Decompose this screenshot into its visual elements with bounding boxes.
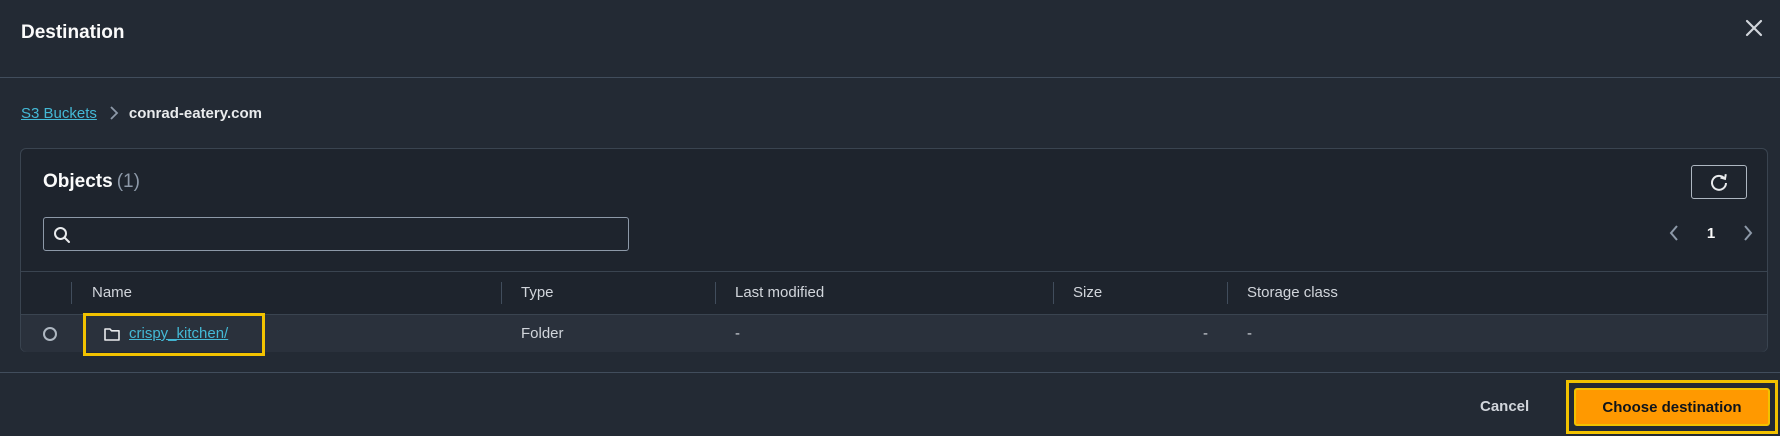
- row-select-radio[interactable]: [43, 327, 57, 341]
- chevron-right-icon: [109, 105, 119, 121]
- column-header-type[interactable]: Type: [521, 272, 554, 314]
- objects-heading: Objects (1): [43, 171, 140, 193]
- close-icon[interactable]: [1742, 16, 1766, 40]
- refresh-icon: [1711, 174, 1727, 191]
- objects-count: (1): [116, 171, 140, 192]
- column-divider[interactable]: [1227, 282, 1228, 304]
- folder-link[interactable]: crispy_kitchen/: [129, 315, 228, 352]
- table-row[interactable]: crispy_kitchen/ Folder - - -: [21, 313, 1767, 356]
- table-header: Name Type Last modified Size Storage cla…: [21, 271, 1767, 315]
- cell-type: Folder: [521, 325, 564, 342]
- breadcrumb: S3 Buckets conrad-eatery.com: [21, 103, 262, 123]
- modal-title: Destination: [21, 22, 125, 43]
- column-divider[interactable]: [715, 282, 716, 304]
- previous-page-button[interactable]: [1661, 220, 1687, 246]
- folder-icon: [104, 328, 120, 341]
- column-header-last-modified[interactable]: Last modified: [735, 272, 824, 314]
- chevron-right-icon: [1744, 225, 1753, 241]
- modal-header: Destination: [0, 0, 1780, 78]
- next-page-button[interactable]: [1735, 220, 1761, 246]
- chevron-left-icon: [1669, 225, 1678, 241]
- choose-destination-button[interactable]: Choose destination: [1574, 388, 1770, 426]
- breadcrumb-current: conrad-eatery.com: [128, 104, 262, 122]
- objects-panel: Objects (1) 1 Name Type Last modified Siz…: [20, 148, 1768, 356]
- cancel-button[interactable]: Cancel: [1480, 395, 1529, 419]
- search-box: [43, 217, 629, 251]
- column-header-size[interactable]: Size: [1073, 272, 1102, 314]
- column-header-name[interactable]: Name: [92, 272, 132, 314]
- pagination: 1: [1661, 219, 1761, 247]
- modal-footer: Cancel Choose destination: [0, 372, 1780, 436]
- objects-title: Objects: [43, 171, 113, 192]
- refresh-button[interactable]: [1691, 165, 1747, 199]
- cell-storage-class: -: [1247, 325, 1252, 342]
- column-divider: [71, 282, 72, 304]
- cell-last-modified: -: [735, 325, 740, 342]
- cell-size: -: [1203, 325, 1208, 342]
- breadcrumb-s3-buckets-link[interactable]: S3 Buckets: [21, 105, 97, 122]
- column-header-storage-class[interactable]: Storage class: [1247, 272, 1338, 314]
- column-divider[interactable]: [1053, 282, 1054, 304]
- column-divider[interactable]: [501, 282, 502, 304]
- search-icon: [54, 227, 70, 243]
- current-page-number[interactable]: 1: [1707, 225, 1715, 242]
- search-input[interactable]: [78, 218, 624, 250]
